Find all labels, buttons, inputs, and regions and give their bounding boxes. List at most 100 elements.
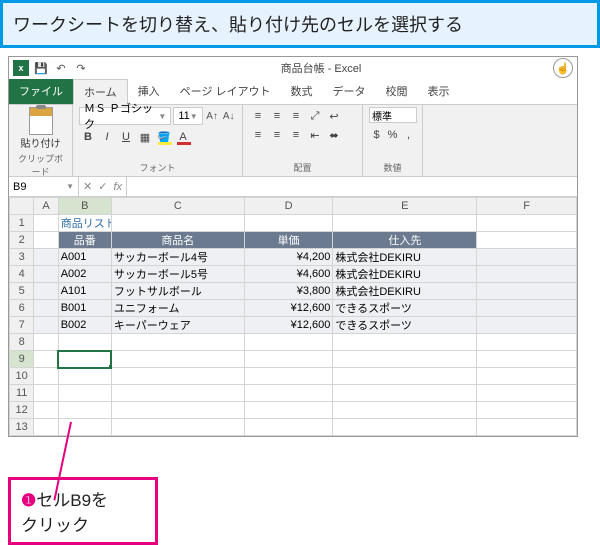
- align-right-icon[interactable]: ≡: [287, 126, 305, 144]
- cell[interactable]: [58, 334, 111, 351]
- cell[interactable]: [244, 385, 333, 402]
- cell[interactable]: [58, 419, 111, 436]
- cell[interactable]: できるスポーツ: [333, 300, 477, 317]
- cell[interactable]: 商品名: [111, 232, 244, 249]
- cell[interactable]: [477, 300, 577, 317]
- cell[interactable]: [111, 402, 244, 419]
- cell[interactable]: [34, 266, 58, 283]
- row-header-1[interactable]: 1: [10, 215, 34, 232]
- cell[interactable]: サッカーボール5号: [111, 266, 244, 283]
- cell[interactable]: サッカーボール4号: [111, 249, 244, 266]
- cell[interactable]: 商品リスト: [58, 215, 111, 232]
- cell[interactable]: [111, 419, 244, 436]
- cell[interactable]: ¥12,600: [244, 317, 333, 334]
- merge-cells-icon[interactable]: ⬌: [325, 126, 343, 144]
- cell[interactable]: [244, 402, 333, 419]
- bold-button[interactable]: B: [79, 128, 97, 146]
- cell[interactable]: [333, 334, 477, 351]
- cell[interactable]: [34, 402, 58, 419]
- column-header-F[interactable]: F: [477, 198, 577, 215]
- italic-button[interactable]: I: [98, 128, 116, 146]
- cell[interactable]: ¥4,200: [244, 249, 333, 266]
- cell[interactable]: [333, 402, 477, 419]
- cell[interactable]: [58, 351, 111, 368]
- fx-icon[interactable]: fx: [113, 181, 122, 193]
- wrap-text-icon[interactable]: ↩: [325, 107, 343, 125]
- cell[interactable]: [477, 317, 577, 334]
- font-name-select[interactable]: ＭＳ Ｐゴシック▼: [79, 107, 171, 125]
- decrease-font-icon[interactable]: A↓: [221, 108, 236, 124]
- cell[interactable]: [244, 368, 333, 385]
- cell[interactable]: 株式会社DEKIRU: [333, 249, 477, 266]
- increase-font-icon[interactable]: A↑: [205, 108, 220, 124]
- cell[interactable]: 株式会社DEKIRU: [333, 283, 477, 300]
- cell[interactable]: [58, 368, 111, 385]
- row-header-3[interactable]: 3: [10, 249, 34, 266]
- column-header-E[interactable]: E: [333, 198, 477, 215]
- cell[interactable]: [244, 351, 333, 368]
- cell[interactable]: [477, 402, 577, 419]
- cancel-formula-icon[interactable]: ✕: [83, 180, 92, 193]
- cell[interactable]: 株式会社DEKIRU: [333, 266, 477, 283]
- save-icon[interactable]: 💾: [33, 60, 49, 76]
- column-header-D[interactable]: D: [244, 198, 333, 215]
- cell[interactable]: ¥4,600: [244, 266, 333, 283]
- cell[interactable]: [34, 351, 58, 368]
- column-header-C[interactable]: C: [111, 198, 244, 215]
- cell[interactable]: [34, 249, 58, 266]
- cell[interactable]: [111, 368, 244, 385]
- cell[interactable]: [333, 385, 477, 402]
- fill-color-button[interactable]: 🪣: [155, 128, 173, 146]
- row-header-11[interactable]: 11: [10, 385, 34, 402]
- cell[interactable]: [477, 232, 577, 249]
- number-format-select[interactable]: 標準: [369, 107, 417, 123]
- cell[interactable]: [477, 249, 577, 266]
- touch-mode-icon[interactable]: ☝: [553, 58, 573, 78]
- align-bottom-icon[interactable]: ≡: [287, 107, 305, 125]
- cell[interactable]: [333, 215, 477, 232]
- cell[interactable]: [477, 334, 577, 351]
- row-header-9[interactable]: 9: [10, 351, 34, 368]
- align-left-icon[interactable]: ≡: [249, 126, 267, 144]
- cell[interactable]: [244, 334, 333, 351]
- cell[interactable]: 仕入先: [333, 232, 477, 249]
- cell[interactable]: [58, 402, 111, 419]
- spreadsheet-grid[interactable]: ABCDEF 1商品リスト2品番商品名単価仕入先3A001サッカーボール4号¥4…: [9, 197, 577, 436]
- align-center-icon[interactable]: ≡: [268, 126, 286, 144]
- redo-icon[interactable]: ↷: [73, 60, 89, 76]
- tab-file[interactable]: ファイル: [9, 79, 73, 104]
- row-header-8[interactable]: 8: [10, 334, 34, 351]
- font-size-select[interactable]: 11▼: [173, 107, 202, 125]
- row-header-2[interactable]: 2: [10, 232, 34, 249]
- row-header-6[interactable]: 6: [10, 300, 34, 317]
- tab-page-layout[interactable]: ページ レイアウト: [170, 79, 281, 104]
- cell[interactable]: フットサルボール: [111, 283, 244, 300]
- cell[interactable]: ¥12,600: [244, 300, 333, 317]
- name-box[interactable]: B9▼: [9, 177, 79, 196]
- tab-view[interactable]: 表示: [418, 79, 460, 104]
- cell[interactable]: [111, 334, 244, 351]
- cell[interactable]: [477, 215, 577, 232]
- cell[interactable]: [333, 368, 477, 385]
- enter-formula-icon[interactable]: ✓: [98, 180, 107, 193]
- cell[interactable]: [34, 232, 58, 249]
- cell[interactable]: [477, 385, 577, 402]
- cell[interactable]: [34, 317, 58, 334]
- row-header-12[interactable]: 12: [10, 402, 34, 419]
- cell[interactable]: できるスポーツ: [333, 317, 477, 334]
- decrease-indent-icon[interactable]: ⇤: [306, 126, 324, 144]
- border-button[interactable]: ▦: [136, 128, 154, 146]
- cell[interactable]: [34, 215, 58, 232]
- cell[interactable]: A101: [58, 283, 111, 300]
- tab-data[interactable]: データ: [323, 79, 376, 104]
- cell[interactable]: A002: [58, 266, 111, 283]
- cell[interactable]: [111, 215, 244, 232]
- tab-review[interactable]: 校閲: [376, 79, 418, 104]
- paste-button[interactable]: 貼り付け: [15, 107, 66, 150]
- cell[interactable]: A001: [58, 249, 111, 266]
- percent-icon[interactable]: %: [385, 126, 400, 144]
- cell[interactable]: B001: [58, 300, 111, 317]
- align-middle-icon[interactable]: ≡: [268, 107, 286, 125]
- tab-formulas[interactable]: 数式: [281, 79, 323, 104]
- cell[interactable]: [111, 351, 244, 368]
